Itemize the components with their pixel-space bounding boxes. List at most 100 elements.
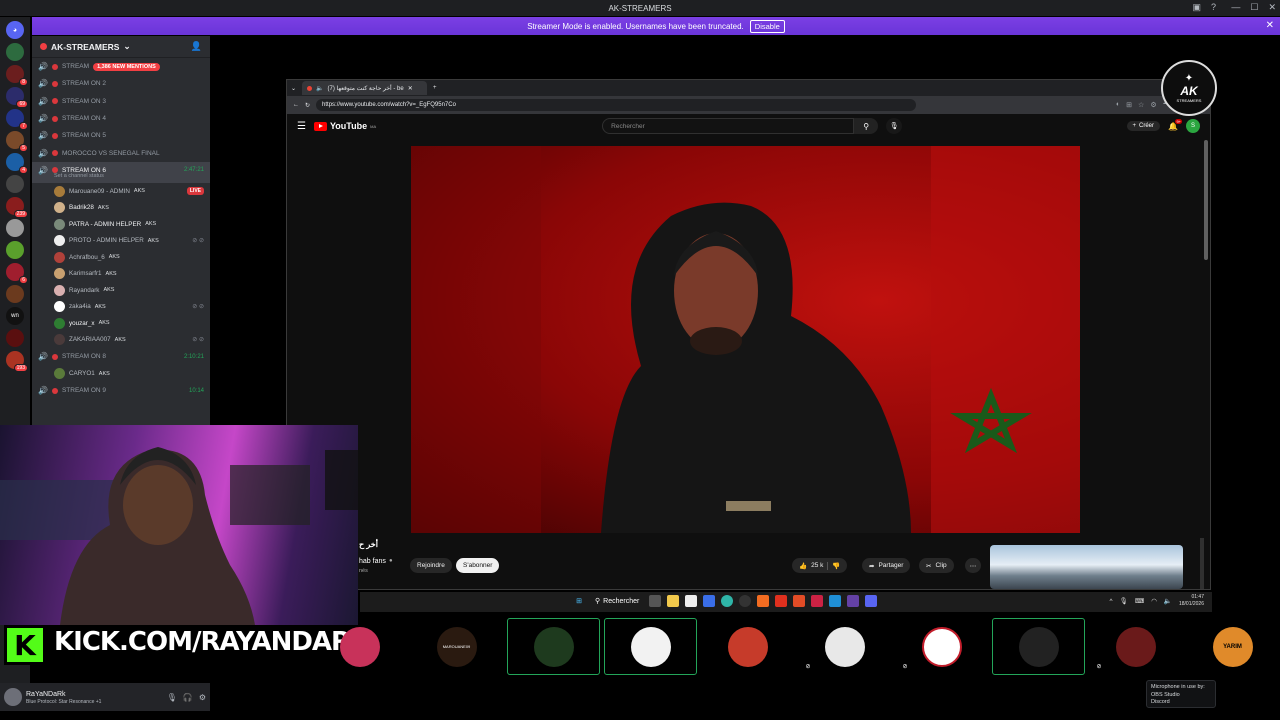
minimize-icon[interactable]: — <box>1231 2 1240 13</box>
subscribe-button[interactable]: S'abonner <box>456 558 500 573</box>
voice-user[interactable]: youzar_x AKS <box>32 315 210 332</box>
server-icon[interactable]: 8 <box>6 65 28 86</box>
search-button[interactable]: ⚲ <box>854 118 879 134</box>
start-icon[interactable]: ⊞ <box>573 595 585 607</box>
app-icon[interactable] <box>829 595 842 607</box>
participant-tile-speaking[interactable] <box>992 618 1085 675</box>
participant-tile[interactable] <box>701 618 794 675</box>
twitch-icon[interactable] <box>847 595 860 607</box>
video-title[interactable]: أخر ح <box>359 540 378 549</box>
extension-icon[interactable]: ◐ <box>1116 101 1120 109</box>
disable-button[interactable]: Disable <box>749 19 785 33</box>
voice-channel[interactable]: 🔊 STREAM ON 2 <box>32 75 210 92</box>
server-icon[interactable]: 69 <box>6 87 28 108</box>
participant-tile-speaking[interactable] <box>604 618 697 675</box>
page-scrollbar[interactable] <box>1204 140 1208 260</box>
app-icon[interactable] <box>757 595 770 607</box>
create-button[interactable]: + Créer <box>1126 121 1161 131</box>
participant-tile[interactable] <box>313 618 406 675</box>
voice-user[interactable]: Achrafbou_6 AKS <box>32 249 210 266</box>
participant-tile[interactable]: MAROUANE09 <box>410 618 503 675</box>
url-field[interactable]: https://www.youtube.com/watch?v=_EgFQ95n… <box>316 99 917 111</box>
voice-channel[interactable]: 🔊 STREAM ON 3 <box>32 93 210 110</box>
headphones-icon[interactable]: 🎧 <box>183 693 193 702</box>
server-icon[interactable]: 239 <box>6 197 28 218</box>
voice-channel[interactable]: 🔊 STREAM 1,386 NEW MENTIONS <box>32 58 210 75</box>
voice-channel[interactable]: 🔊 STREAM ON 5 <box>32 127 210 144</box>
brave-icon[interactable] <box>793 595 806 607</box>
mic-icon[interactable]: 🎙 <box>167 693 177 702</box>
file-explorer-icon[interactable] <box>667 595 680 607</box>
share-button[interactable]: ➦ Partager <box>862 558 911 573</box>
tab-close-icon[interactable]: ✕ <box>408 85 413 92</box>
inbox-icon[interactable]: ▣ <box>1192 2 1201 13</box>
voice-user[interactable]: zaka4ia AKS ⊘ ⊘ <box>32 299 210 316</box>
participant-tile[interactable]: YARIM <box>1186 618 1279 675</box>
task-view-icon[interactable] <box>649 595 662 607</box>
voice-user[interactable]: CARYO1 AKS <box>32 365 210 382</box>
server-icon[interactable]: 6 <box>6 263 28 284</box>
server-icon[interactable] <box>6 329 24 347</box>
voice-user[interactable]: Rayandark AKS <box>32 282 210 299</box>
server-icon[interactable]: 4 <box>6 153 28 174</box>
back-icon[interactable]: ← <box>293 102 299 108</box>
extension-icon[interactable]: ⊞ <box>1126 101 1132 109</box>
search-button[interactable]: ⚲ Rechercher <box>591 595 643 607</box>
star-icon[interactable]: ☆ <box>1138 101 1144 109</box>
server-icon[interactable]: 7 <box>6 109 28 130</box>
clip-button[interactable]: ✂ Clip <box>919 558 954 573</box>
voice-user[interactable]: Karimsarfr1 AKS <box>32 266 210 283</box>
extension-icon[interactable]: ⚙ <box>1150 101 1156 109</box>
language-icon[interactable]: ⌨ <box>1135 597 1144 605</box>
server-icon[interactable]: 193 <box>6 351 28 372</box>
voice-channel[interactable]: 🔊 STREAM ON 8 2:10:21 <box>32 348 210 365</box>
account-avatar[interactable]: S <box>1186 119 1200 133</box>
maximize-icon[interactable]: ☐ <box>1250 2 1258 13</box>
server-icon[interactable] <box>6 43 24 61</box>
discord-icon[interactable] <box>865 595 878 607</box>
voice-user[interactable]: Marouane09 - ADMIN AKS LIVE <box>32 183 210 200</box>
participant-tile[interactable]: ⊘ <box>895 618 988 675</box>
voice-user[interactable]: PROTO - ADMIN HELPER AKS ⊘ ⊘ <box>32 233 210 250</box>
wifi-icon[interactable]: ◠ <box>1151 597 1157 605</box>
hamburger-icon[interactable]: ☰ <box>297 121 306 132</box>
voice-user[interactable]: Badrik28 AKS <box>32 200 210 217</box>
new-mentions-badge[interactable]: 1,386 NEW MENTIONS <box>93 62 160 71</box>
avatar[interactable] <box>4 688 22 706</box>
youtube-logo[interactable]: YouTube MA <box>313 121 376 131</box>
close-icon[interactable]: ✕ <box>1268 2 1276 13</box>
channel-name[interactable]: hab fans <box>359 558 386 565</box>
help-icon[interactable]: ? <box>1211 2 1216 13</box>
server-icon[interactable] <box>6 241 24 259</box>
more-actions-button[interactable]: ⋯ <box>965 558 981 573</box>
server-header[interactable]: AK-STREAMERS ⌄ 👤 <box>32 36 210 58</box>
server-icon[interactable]: 5 <box>6 131 28 152</box>
scrollbar[interactable] <box>1200 538 1204 589</box>
app-icon[interactable] <box>811 595 824 607</box>
voice-channel[interactable]: 🔊 STREAM ON 9 10:14 <box>32 382 210 399</box>
server-icon[interactable] <box>6 219 24 237</box>
home-icon[interactable]: ◕ <box>6 21 24 39</box>
voice-channel[interactable]: 🔊 STREAM ON 4 <box>32 110 210 127</box>
participant-tile-speaking[interactable] <box>507 618 600 675</box>
thumbs-down-icon[interactable]: 👎 <box>827 561 840 570</box>
app-icon[interactable] <box>775 595 788 607</box>
join-button[interactable]: Rejoindre <box>410 558 452 573</box>
volume-icon[interactable]: 🔈 <box>1164 597 1172 605</box>
participant-tile[interactable]: ⊘ <box>1089 618 1182 675</box>
banner-close-icon[interactable]: ✕ <box>1266 20 1274 31</box>
server-icon[interactable]: wn <box>6 307 24 325</box>
app-icon[interactable] <box>739 595 752 607</box>
like-button[interactable]: 👍 25 k 👎 <box>792 558 848 573</box>
app-icon[interactable] <box>685 595 698 607</box>
search-input[interactable]: Rechercher <box>602 118 855 134</box>
voice-channel[interactable]: 🔊 MOROCCO VS SENEGAL FINAL <box>32 144 210 161</box>
notifications-button[interactable]: 9+ 🔔 <box>1168 118 1182 131</box>
app-icon[interactable] <box>703 595 716 607</box>
channel-status[interactable]: Set a channel status <box>32 173 210 184</box>
participant-tile[interactable]: ⊘ <box>798 618 891 675</box>
voice-user[interactable]: ZAKARIAA007 AKS ⊘ ⊘ <box>32 332 210 349</box>
video-player[interactable] <box>411 146 1080 533</box>
gear-icon[interactable]: ⚙ <box>199 693 206 702</box>
server-icon[interactable] <box>6 175 24 193</box>
